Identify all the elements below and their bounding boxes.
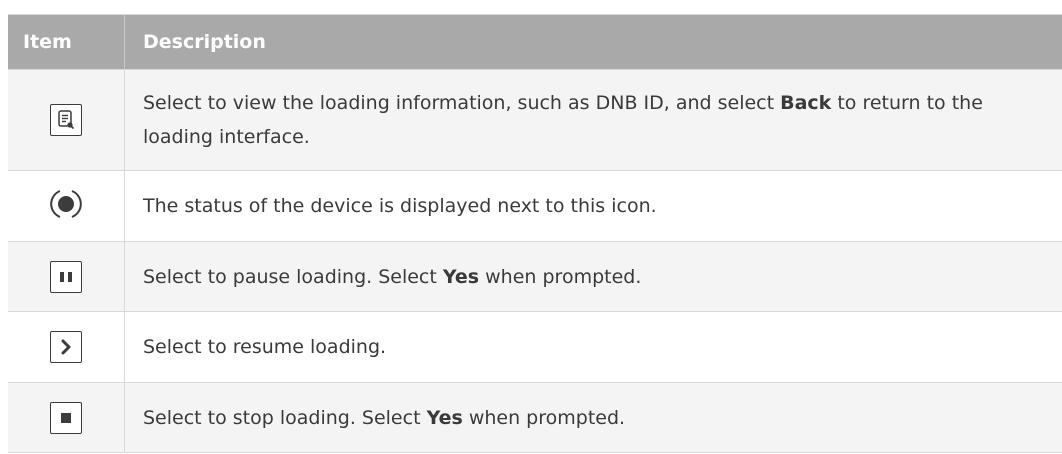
description-text: Select to view the loading information, … (143, 92, 983, 148)
description-text: The status of the device is displayed ne… (143, 195, 657, 217)
description-cell: Select to view the loading information, … (125, 70, 1062, 170)
table-row: Select to view the loading information, … (8, 70, 1062, 171)
item-cell (8, 171, 125, 241)
table-row: Select to pause loading. Select Yes when… (8, 242, 1062, 312)
table-header: Item Description (8, 15, 1062, 70)
description-text: Select to stop loading. Select Yes when … (143, 406, 626, 429)
table-row: The status of the device is displayed ne… (8, 171, 1062, 242)
header-item: Item (8, 15, 125, 69)
table-row: Select to stop loading. Select Yes when … (8, 383, 1062, 453)
icon-description-table: Item Description Select to view the load… (8, 14, 1062, 453)
stop-icon (50, 401, 82, 434)
resume-icon (50, 331, 82, 363)
pause-icon (50, 260, 82, 293)
description-cell: The status of the device is displayed ne… (125, 171, 1062, 241)
item-cell (8, 242, 125, 311)
info-document-icon (50, 104, 82, 136)
item-cell (8, 383, 125, 452)
description-cell: Select to pause loading. Select Yes when… (125, 242, 1062, 311)
item-cell (8, 312, 125, 382)
description-text: Select to resume loading. (143, 336, 387, 358)
table-row: Select to resume loading. (8, 312, 1062, 383)
status-dot-icon (49, 187, 83, 225)
header-description: Description (143, 31, 266, 53)
description-cell: Select to stop loading. Select Yes when … (125, 383, 1062, 452)
description-text: Select to pause loading. Select Yes when… (143, 265, 642, 288)
description-cell: Select to resume loading. (125, 312, 1062, 382)
item-cell (8, 70, 125, 170)
